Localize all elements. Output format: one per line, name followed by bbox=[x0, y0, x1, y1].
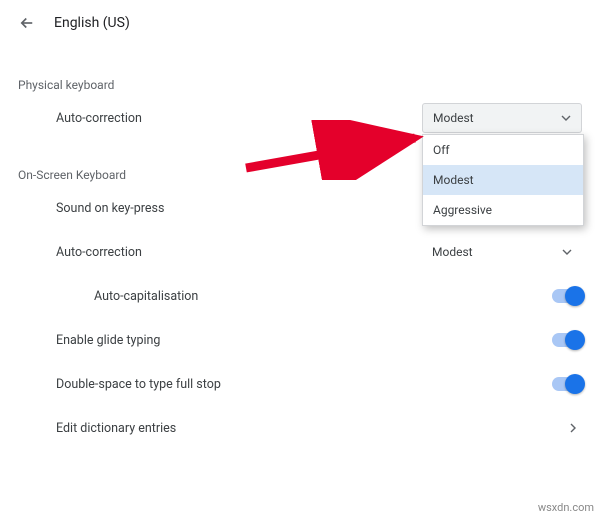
toggle-double-space[interactable] bbox=[552, 377, 582, 391]
watermark: wsxdn.com bbox=[538, 501, 594, 514]
row-onscreen-auto-correction: Auto-correction Modest bbox=[0, 230, 600, 274]
row-glide-typing: Enable glide typing bbox=[0, 318, 600, 362]
label-physical-auto-correction: Auto-correction bbox=[18, 111, 142, 126]
label-glide-typing: Enable glide typing bbox=[18, 333, 160, 348]
select-value: Modest bbox=[433, 111, 474, 125]
back-button[interactable] bbox=[18, 14, 36, 32]
label-edit-dictionary: Edit dictionary entries bbox=[18, 421, 176, 436]
dropdown-option-aggressive[interactable]: Aggressive bbox=[423, 195, 583, 225]
row-double-space: Double-space to type full stop bbox=[0, 362, 600, 406]
label-sound-on-keypress: Sound on key-press bbox=[18, 201, 164, 216]
arrow-left-icon bbox=[18, 14, 36, 32]
dropdown-option-off[interactable]: Off bbox=[423, 135, 583, 165]
select-physical-auto-correction[interactable]: Modest Off Modest Aggressive bbox=[422, 103, 582, 133]
caret-down-icon bbox=[562, 247, 572, 257]
row-auto-capitalisation: Auto-capitalisation bbox=[0, 274, 600, 318]
page-title: English (US) bbox=[54, 15, 130, 31]
header: English (US) bbox=[0, 0, 600, 50]
chevron-right-icon bbox=[564, 419, 582, 437]
dropdown-physical-auto-correction: Off Modest Aggressive bbox=[422, 134, 584, 226]
dropdown-option-modest[interactable]: Modest bbox=[423, 165, 583, 195]
toggle-glide-typing[interactable] bbox=[552, 333, 582, 347]
toggle-auto-capitalisation[interactable] bbox=[552, 289, 582, 303]
label-onscreen-auto-correction: Auto-correction bbox=[18, 245, 142, 260]
label-double-space: Double-space to type full stop bbox=[18, 377, 221, 392]
caret-down-icon bbox=[561, 113, 571, 123]
select-value: Modest bbox=[432, 245, 473, 259]
row-edit-dictionary[interactable]: Edit dictionary entries bbox=[0, 406, 600, 450]
label-auto-capitalisation: Auto-capitalisation bbox=[18, 289, 198, 304]
row-physical-auto-correction: Auto-correction Modest Off Modest Aggres… bbox=[0, 96, 600, 140]
section-physical-keyboard: Physical keyboard bbox=[0, 78, 600, 92]
select-onscreen-auto-correction[interactable]: Modest bbox=[422, 237, 582, 267]
